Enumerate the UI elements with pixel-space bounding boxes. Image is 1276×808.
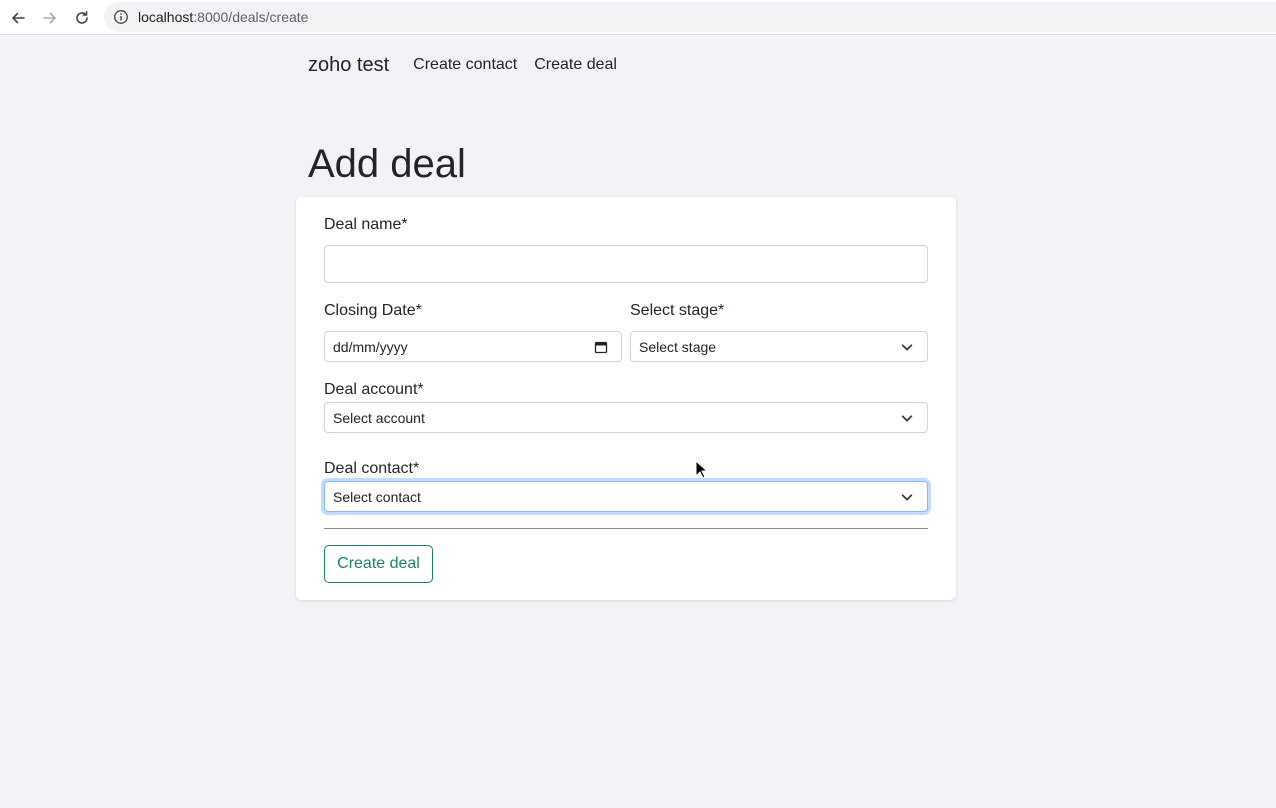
brand-link[interactable]: zoho test bbox=[308, 54, 389, 77]
closing-date-label: Closing Date* bbox=[324, 302, 422, 319]
forward-arrow-icon[interactable] bbox=[39, 7, 61, 29]
account-select-value: Select account bbox=[333, 409, 425, 426]
address-bar[interactable]: localhost:8000/deals/create bbox=[104, 2, 1276, 32]
chevron-down-icon bbox=[899, 339, 915, 355]
page-title: Add deal bbox=[308, 142, 466, 186]
info-icon[interactable] bbox=[113, 9, 129, 25]
closing-date-input[interactable]: dd/mm/yyyy bbox=[324, 331, 622, 362]
deal-form-card: Deal name* Closing Date* dd/mm/yyyy Sele… bbox=[296, 197, 956, 600]
form-divider bbox=[324, 528, 928, 529]
nav-link-create-contact[interactable]: Create contact bbox=[413, 56, 517, 74]
deal-name-label: Deal name* bbox=[324, 216, 408, 233]
reload-icon[interactable] bbox=[71, 7, 93, 29]
nav-link-create-deal[interactable]: Create deal bbox=[534, 56, 617, 74]
deal-name-input[interactable] bbox=[324, 245, 928, 283]
account-select[interactable]: Select account bbox=[324, 402, 928, 433]
back-arrow-icon[interactable] bbox=[7, 7, 29, 29]
url-path: :8000/deals/create bbox=[193, 9, 309, 25]
chevron-down-icon bbox=[899, 489, 915, 505]
contact-select[interactable]: Select contact bbox=[324, 481, 928, 512]
create-deal-button[interactable]: Create deal bbox=[324, 545, 433, 583]
browser-toolbar: localhost:8000/deals/create bbox=[0, 0, 1276, 35]
stage-label: Select stage* bbox=[630, 302, 725, 319]
contact-select-value: Select contact bbox=[333, 488, 421, 505]
calendar-icon[interactable] bbox=[593, 339, 609, 355]
stage-select[interactable]: Select stage bbox=[630, 331, 928, 362]
mouse-cursor-icon bbox=[695, 459, 709, 480]
site-navbar: zoho test Create contact Create deal bbox=[308, 52, 634, 78]
chevron-down-icon bbox=[899, 410, 915, 426]
account-label: Deal account* bbox=[324, 381, 424, 398]
stage-select-value: Select stage bbox=[639, 338, 717, 355]
url-host: localhost bbox=[138, 9, 194, 25]
contact-label: Deal contact* bbox=[324, 460, 420, 477]
closing-date-placeholder: dd/mm/yyyy bbox=[333, 338, 408, 355]
url-text: localhost:8000/deals/create bbox=[138, 9, 308, 25]
